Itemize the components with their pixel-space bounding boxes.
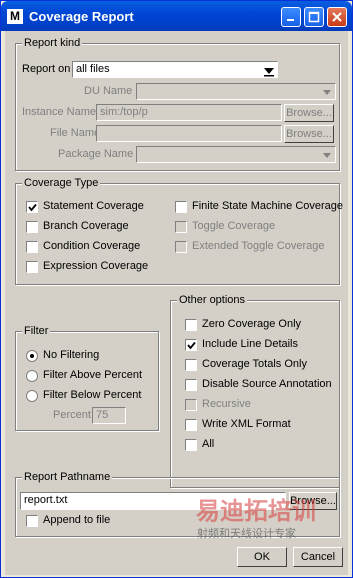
package-name-label: Package Name: [58, 148, 134, 160]
fsm-checkbox[interactable]: [175, 201, 187, 213]
file-name-label: File Name: [50, 127, 101, 139]
other-options-legend: Other options: [177, 294, 248, 306]
instance-browse-button[interactable]: Browse...: [284, 104, 334, 122]
report-pathname-legend: Report Pathname: [22, 471, 113, 483]
filter-below-label: Filter Below Percent: [43, 389, 142, 401]
expression-checkbox[interactable]: [26, 261, 38, 273]
all-checkbox[interactable]: [185, 439, 197, 451]
condition-checkbox[interactable]: [26, 241, 38, 253]
close-button[interactable]: [327, 7, 347, 27]
instance-name-field[interactable]: sim:/top/p: [96, 104, 282, 121]
line-details-checkbox[interactable]: [185, 339, 197, 351]
minimize-icon: [287, 19, 294, 21]
append-label: Append to file: [43, 514, 111, 526]
coverage-type-legend: Coverage Type: [22, 177, 101, 189]
watermark-logo-text: 易迪拓培训: [196, 498, 316, 525]
checkmark-icon: [187, 341, 196, 350]
filter-group: Filter No Filtering Filter Above Percent F…: [15, 325, 159, 431]
filter-legend: Filter: [22, 325, 51, 337]
ok-button[interactable]: OK: [237, 547, 287, 567]
checkmark-icon: [28, 203, 37, 212]
statement-checkbox[interactable]: [26, 201, 38, 213]
toggle-label: Toggle Coverage: [192, 220, 276, 232]
recursive-checkbox[interactable]: [185, 399, 197, 411]
extended-toggle-checkbox[interactable]: [175, 241, 187, 253]
package-name-select[interactable]: [136, 146, 336, 163]
window-title: Coverage Report: [29, 9, 134, 24]
coverage-type-group: Coverage Type Statement Coverage Branch C…: [15, 177, 344, 285]
recursive-label: Recursive: [202, 398, 251, 410]
report-kind-legend: Report kind: [22, 37, 83, 49]
totals-only-checkbox[interactable]: [185, 359, 197, 371]
cancel-button[interactable]: Cancel: [293, 547, 343, 567]
instance-name-label: Instance Name: [22, 106, 96, 118]
instance-name-value: sim:/top/p: [100, 106, 148, 118]
radio-dot-icon: [30, 354, 34, 358]
report-on-label: Report on: [22, 63, 71, 75]
zero-coverage-label: Zero Coverage Only: [202, 318, 302, 330]
percent-label: Percent: [53, 409, 91, 421]
no-filtering-label: No Filtering: [43, 349, 100, 361]
percent-value: 75: [96, 409, 109, 421]
coverage-report-window: M Coverage Report Report kind Report on …: [0, 0, 353, 578]
report-pathname-value: report.txt: [24, 494, 68, 506]
percent-field[interactable]: 75: [92, 407, 126, 424]
close-icon: [332, 12, 342, 22]
filter-above-label: Filter Above Percent: [43, 369, 143, 381]
disable-annotation-checkbox[interactable]: [185, 379, 197, 391]
du-name-label: DU Name: [84, 85, 133, 97]
totals-only-label: Coverage Totals Only: [202, 358, 307, 370]
maximize-button[interactable]: [304, 7, 324, 27]
report-kind-group: Report kind Report on all files DU Name …: [15, 37, 340, 171]
condition-label: Condition Coverage: [43, 240, 141, 252]
filter-above-radio[interactable]: [26, 370, 38, 382]
all-label: All: [202, 438, 215, 450]
du-name-select[interactable]: [136, 83, 336, 100]
zero-coverage-checkbox[interactable]: [185, 319, 197, 331]
maximize-icon: [308, 11, 320, 23]
watermark-subtext: 射频和天线设计专家: [197, 528, 296, 540]
branch-checkbox[interactable]: [26, 221, 38, 233]
fsm-label: Finite State Machine Coverage: [192, 200, 344, 212]
chevron-down-icon: [323, 153, 331, 158]
report-on-value: all files: [76, 63, 110, 75]
xml-format-checkbox[interactable]: [185, 419, 197, 431]
statement-label: Statement Coverage: [43, 200, 144, 212]
xml-format-label: Write XML Format: [202, 418, 291, 430]
toggle-checkbox[interactable]: [175, 221, 187, 233]
disable-annotation-label: Disable Source Annotation: [202, 378, 332, 390]
chevron-down-icon: [323, 90, 331, 95]
other-options-group: Other options Zero Coverage Only Include …: [170, 294, 340, 488]
no-filtering-radio[interactable]: [26, 350, 38, 362]
extended-toggle-label: Extended Toggle Coverage: [192, 240, 325, 252]
line-details-label: Include Line Details: [202, 338, 299, 350]
file-name-field[interactable]: [96, 125, 282, 142]
file-browse-button[interactable]: Browse...: [284, 125, 334, 143]
branch-label: Branch Coverage: [43, 220, 129, 232]
expression-label: Expression Coverage: [43, 260, 149, 272]
report-on-select[interactable]: all files: [72, 61, 278, 78]
chevron-down-icon: [264, 68, 274, 77]
minimize-button[interactable]: [281, 7, 301, 27]
filter-below-radio[interactable]: [26, 390, 38, 402]
append-checkbox[interactable]: [26, 515, 38, 527]
app-icon: M: [7, 9, 23, 24]
title-bar[interactable]: M Coverage Report: [1, 1, 352, 31]
